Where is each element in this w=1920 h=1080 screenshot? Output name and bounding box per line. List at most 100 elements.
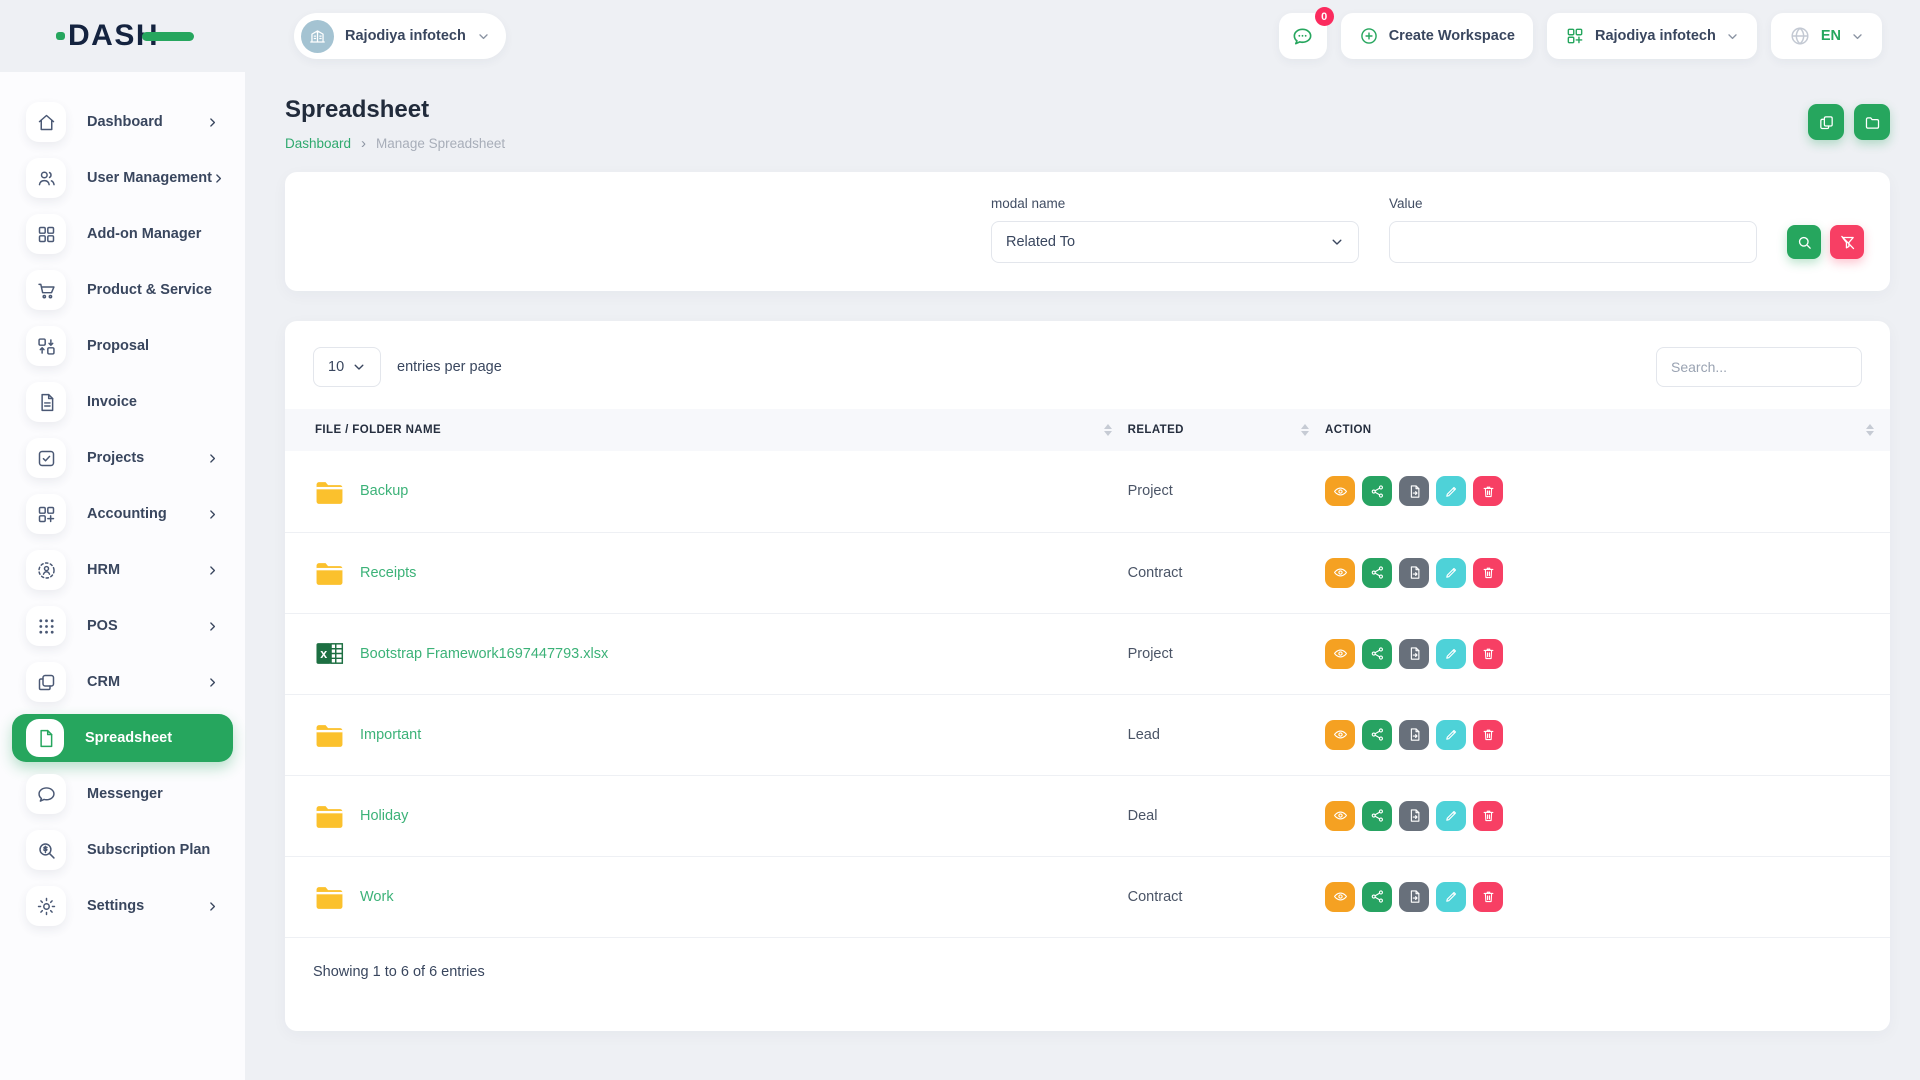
chevron-right-icon [206,116,219,129]
view-button[interactable] [1325,882,1355,912]
sidebar-item-product-service[interactable]: Product & Service [12,266,233,314]
sidebar: Dashboard User Management Add-on Manager Pr… [0,72,245,1080]
export-button[interactable] [1399,720,1429,750]
delete-button[interactable] [1473,720,1503,750]
file-name-link[interactable]: Bootstrap Framework1697447793.xlsx [360,646,608,662]
company-menu-button[interactable]: Rajodiya infotech [1547,13,1757,59]
export-button[interactable] [1399,476,1429,506]
person-target-icon [26,550,66,590]
edit-button[interactable] [1436,476,1466,506]
delete-button[interactable] [1473,882,1503,912]
sidebar-item-label: Accounting [87,506,167,522]
workspace-switcher[interactable]: Rajodiya infotech [294,13,506,59]
entries-per-page-label: entries per page [397,359,502,375]
building-icon [301,20,334,53]
check-square-icon [26,438,66,478]
export-button[interactable] [1399,558,1429,588]
sidebar-item-crm[interactable]: CRM [12,658,233,706]
table-row: ImportantLead [285,694,1890,775]
edit-button[interactable] [1436,801,1466,831]
sidebar-item-label: Subscription Plan [87,842,210,858]
file-name-link[interactable]: Receipts [360,565,416,581]
share-button[interactable] [1362,882,1392,912]
delete-button[interactable] [1473,476,1503,506]
page-size-select[interactable]: 10 [313,347,381,387]
delete-button[interactable] [1473,558,1503,588]
copy-files-button[interactable] [1808,104,1844,140]
sort-icon[interactable] [1301,424,1309,436]
language-menu-button[interactable]: EN [1771,13,1882,59]
model-name-select[interactable]: Related To [991,221,1359,263]
file-name-link[interactable]: Backup [360,483,408,499]
sidebar-item-hrm[interactable]: HRM [12,546,233,594]
value-label: Value [1389,196,1757,211]
add-folder-button[interactable] [1854,104,1890,140]
sidebar-item-label: User Management [87,170,212,186]
sidebar-item-proposal[interactable]: Proposal [12,322,233,370]
file-name-link[interactable]: Important [360,727,421,743]
sidebar-item-pos[interactable]: POS [12,602,233,650]
export-button[interactable] [1399,882,1429,912]
sidebar-item-dashboard[interactable]: Dashboard [12,98,233,146]
sidebar-item-subscription-plan[interactable]: Subscription Plan [12,826,233,874]
column-header-action[interactable]: ACTION [1325,409,1890,451]
spreadsheet-table-card: 10 entries per page FILE / FOLDER NAMERE… [285,321,1890,1031]
cart-icon [26,270,66,310]
share-button[interactable] [1362,720,1392,750]
column-header-related[interactable]: RELATED [1128,409,1325,451]
messages-button[interactable]: 0 [1279,13,1327,59]
brand-logo[interactable]: DASH [0,21,245,51]
filter-search-button[interactable] [1787,225,1821,259]
filter-card: modal name Related To Value [285,172,1890,291]
table-row: Backup Project [285,451,1890,532]
sort-icon[interactable] [1866,424,1874,436]
share-button[interactable] [1362,801,1392,831]
edit-button[interactable] [1436,558,1466,588]
edit-button[interactable] [1436,720,1466,750]
view-button[interactable] [1325,558,1355,588]
edit-button[interactable] [1436,882,1466,912]
edit-button[interactable] [1436,639,1466,669]
related-cell: Project [1128,451,1325,532]
table-row: ReceiptsContract [285,532,1890,613]
filter-reset-button[interactable] [1830,225,1864,259]
export-button[interactable] [1399,639,1429,669]
view-button[interactable] [1325,639,1355,669]
sidebar-item-add-on-manager[interactable]: Add-on Manager [12,210,233,258]
file-name-link[interactable]: Work [360,889,394,905]
logo-dash-icon [142,32,194,41]
sidebar-item-messenger[interactable]: Messenger [12,770,233,818]
excel-file-icon: x [315,641,344,666]
sidebar-item-user-management[interactable]: User Management [12,154,233,202]
grid-plus-icon [1565,26,1585,46]
create-workspace-button[interactable]: Create Workspace [1341,13,1533,59]
model-name-selected: Related To [1006,234,1075,250]
chevron-right-icon [212,172,225,185]
sidebar-item-spreadsheet[interactable]: Spreadsheet [12,714,233,762]
file-name-link[interactable]: Holiday [360,808,408,824]
dots-grid-icon [26,606,66,646]
value-input[interactable] [1389,221,1757,263]
table-search-input[interactable] [1656,347,1862,387]
sort-icon[interactable] [1104,424,1112,436]
share-button[interactable] [1362,558,1392,588]
grid-icon [26,214,66,254]
export-button[interactable] [1399,801,1429,831]
page-title: Spreadsheet [285,96,505,124]
sidebar-item-label: POS [87,618,118,634]
delete-button[interactable] [1473,639,1503,669]
share-button[interactable] [1362,476,1392,506]
delete-button[interactable] [1473,801,1503,831]
share-button[interactable] [1362,639,1392,669]
logo-dot-icon [56,32,65,40]
view-button[interactable] [1325,720,1355,750]
sidebar-item-settings[interactable]: Settings [12,882,233,930]
sidebar-item-accounting[interactable]: Accounting [12,490,233,538]
column-header-file-folder-name[interactable]: FILE / FOLDER NAME [285,409,1128,451]
chevron-right-icon [206,564,219,577]
view-button[interactable] [1325,801,1355,831]
sidebar-item-projects[interactable]: Projects [12,434,233,482]
view-button[interactable] [1325,476,1355,506]
sidebar-item-invoice[interactable]: Invoice [12,378,233,426]
breadcrumb-dashboard-link[interactable]: Dashboard [285,136,351,151]
